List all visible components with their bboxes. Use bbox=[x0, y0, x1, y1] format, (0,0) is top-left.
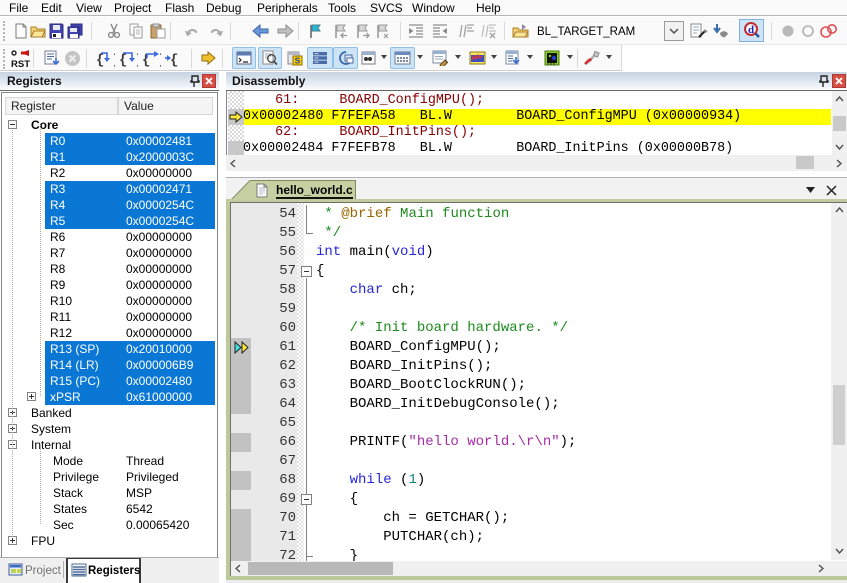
svg-text:RST: RST bbox=[11, 59, 30, 69]
svg-text:d: d bbox=[748, 24, 754, 36]
svg-text:{ }: { } bbox=[170, 53, 184, 68]
svg-text:{ }: { } bbox=[119, 53, 138, 68]
svg-text:S: S bbox=[295, 56, 301, 66]
